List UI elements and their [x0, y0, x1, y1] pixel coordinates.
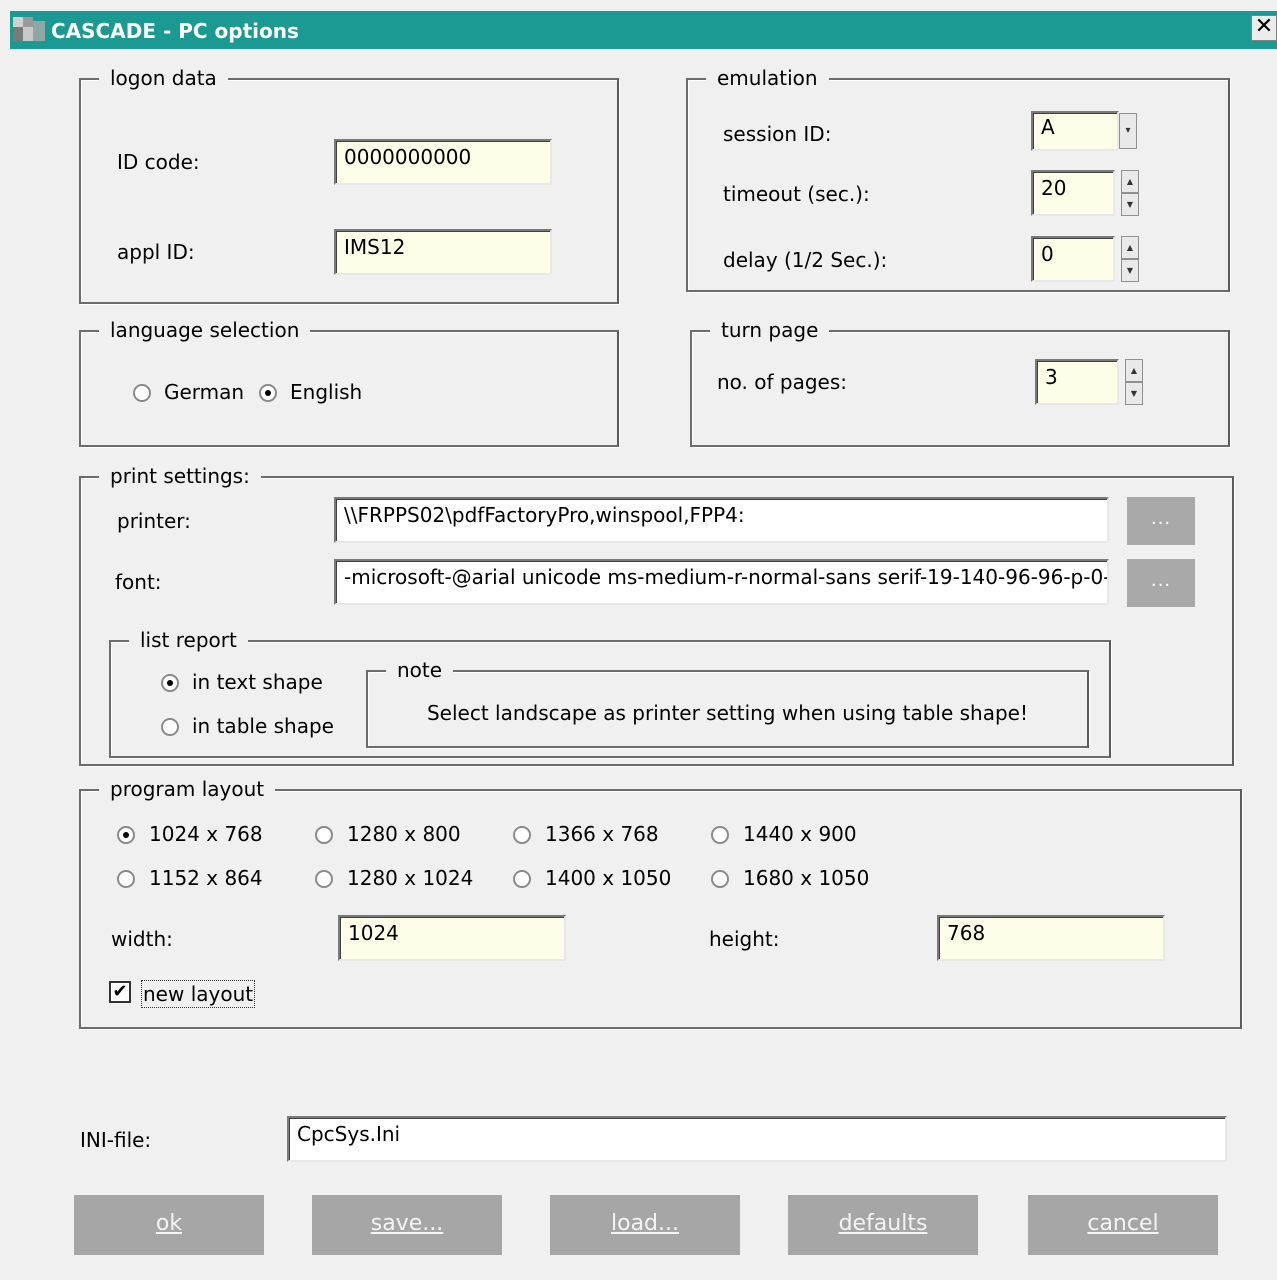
resolution-label[interactable]: 1152 x 864 [149, 865, 263, 891]
pages-label: no. of pages: [717, 370, 848, 394]
cancel-button[interactable]: cancel [1028, 1195, 1218, 1255]
resolution-radio[interactable] [315, 826, 333, 844]
save-button[interactable]: save... [312, 1195, 502, 1255]
new-layout-checkbox[interactable]: ✔ [109, 981, 131, 1003]
english-radio[interactable] [259, 384, 277, 402]
resolution-label[interactable]: 1024 x 768 [149, 821, 263, 847]
ok-button[interactable]: ok [74, 1195, 264, 1255]
list-report-legend: list report [129, 625, 248, 655]
resolution-label[interactable]: 1280 x 1024 [347, 865, 473, 891]
height-label: height: [709, 927, 780, 951]
delay-field[interactable]: 0 [1031, 236, 1115, 282]
resolution-radio[interactable] [117, 870, 135, 888]
spin-up-icon[interactable]: ▲ [1121, 236, 1139, 259]
program-layout-legend: program layout [99, 774, 276, 804]
width-label: width: [111, 927, 173, 951]
logon-data-legend: logon data [99, 63, 228, 93]
delay-spinner[interactable]: ▲ ▼ [1121, 236, 1139, 282]
resolution-label[interactable]: 1400 x 1050 [545, 865, 671, 891]
german-radio[interactable] [133, 384, 151, 402]
printer-field[interactable]: \\FRPPS02\pdfFactoryPro,winspool,FPP4: [334, 497, 1109, 543]
resolution-label[interactable]: 1680 x 1050 [743, 865, 869, 891]
appl-id-label: appl ID: [117, 240, 195, 264]
load-button[interactable]: load... [550, 1195, 740, 1255]
table-shape-radio[interactable] [161, 718, 179, 736]
spin-down-icon[interactable]: ▼ [1121, 259, 1139, 282]
defaults-label: defaults [838, 1211, 928, 1236]
checkmark-icon: ✔ [112, 981, 128, 1002]
text-shape-radio[interactable] [161, 674, 179, 692]
note-text: Select landscape as printer setting when… [426, 701, 1028, 725]
resolution-radio[interactable] [117, 826, 135, 844]
ok-label: ok [155, 1211, 183, 1236]
font-field[interactable]: -microsoft-@arial unicode ms-medium-r-no… [334, 559, 1109, 605]
language-selection-legend: language selection [99, 315, 311, 345]
english-label[interactable]: English [290, 379, 362, 405]
print-settings-legend: print settings: [99, 461, 261, 491]
spin-down-icon[interactable]: ▼ [1121, 193, 1139, 216]
note-legend: note [386, 655, 454, 685]
resolution-radio[interactable] [711, 826, 729, 844]
printer-label: printer: [117, 509, 191, 533]
height-field[interactable]: 768 [937, 915, 1165, 961]
ini-file-field[interactable]: CpcSys.Ini [287, 1116, 1227, 1162]
pages-field[interactable]: 3 [1035, 359, 1119, 405]
spin-up-icon[interactable]: ▲ [1121, 170, 1139, 193]
emulation-legend: emulation [706, 63, 829, 93]
title-bar: CASCADE - PC options ✕ [10, 11, 1277, 49]
spin-down-icon[interactable]: ▼ [1125, 382, 1143, 405]
resolution-radio[interactable] [513, 870, 531, 888]
text-shape-label[interactable]: in text shape [192, 669, 323, 695]
close-icon: ✕ [1254, 14, 1274, 39]
timeout-spinner[interactable]: ▲ ▼ [1121, 170, 1139, 216]
font-label: font: [115, 570, 162, 594]
window-title: CASCADE - PC options [51, 19, 299, 43]
id-code-field[interactable]: 0000000000 [334, 139, 552, 185]
table-shape-label[interactable]: in table shape [192, 713, 334, 739]
id-code-label: ID code: [117, 150, 200, 174]
resolution-radio[interactable] [513, 826, 531, 844]
new-layout-label[interactable]: new layout [141, 980, 256, 1008]
german-label[interactable]: German [164, 379, 244, 405]
resolution-label[interactable]: 1440 x 900 [743, 821, 857, 847]
font-browse-button[interactable]: ... [1127, 559, 1195, 607]
turn-page-legend: turn page [710, 315, 830, 345]
close-button[interactable]: ✕ [1251, 15, 1277, 41]
printer-browse-button[interactable]: ... [1127, 497, 1195, 545]
chevron-down-icon: ▾ [1125, 125, 1131, 136]
session-id-dropdown-button[interactable]: ▾ [1119, 113, 1137, 149]
session-id-select[interactable]: A [1031, 111, 1119, 151]
session-id-label: session ID: [723, 122, 832, 146]
width-field[interactable]: 1024 [338, 915, 566, 961]
appl-id-field[interactable]: IMS12 [334, 229, 552, 275]
app-icon [13, 17, 47, 43]
resolution-radio[interactable] [315, 870, 333, 888]
resolution-label[interactable]: 1280 x 800 [347, 821, 461, 847]
pages-spinner[interactable]: ▲ ▼ [1125, 359, 1143, 405]
timeout-label: timeout (sec.): [723, 182, 870, 206]
ini-file-label: INI-file: [80, 1128, 152, 1152]
save-label: save... [370, 1211, 444, 1236]
resolution-radio[interactable] [711, 870, 729, 888]
resolution-label[interactable]: 1366 x 768 [545, 821, 659, 847]
timeout-field[interactable]: 20 [1031, 170, 1115, 216]
defaults-button[interactable]: defaults [788, 1195, 978, 1255]
cancel-label: cancel [1087, 1211, 1159, 1236]
load-label: load... [611, 1211, 679, 1236]
spin-up-icon[interactable]: ▲ [1125, 359, 1143, 382]
delay-label: delay (1/2 Sec.): [723, 248, 888, 272]
